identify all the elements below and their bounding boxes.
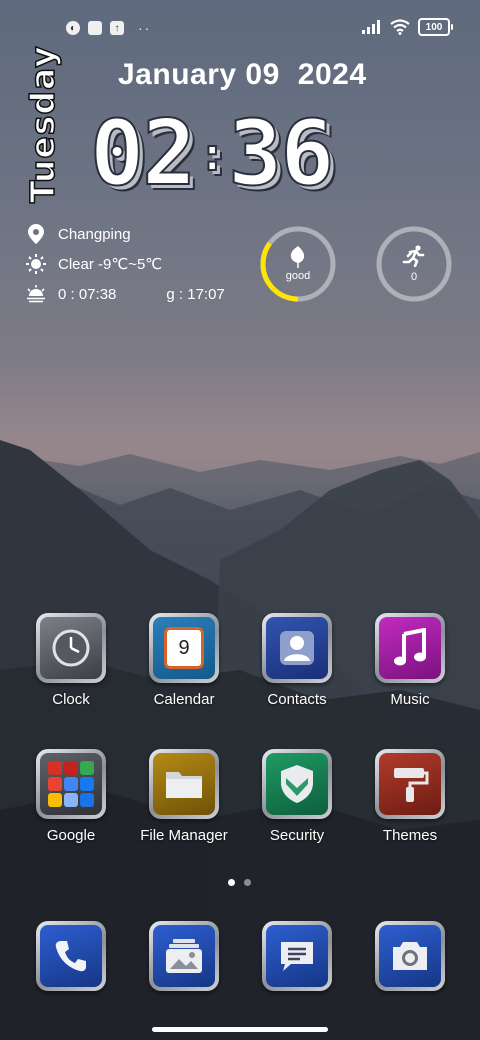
page-dot-active	[228, 879, 235, 886]
calendar-day: 9	[164, 627, 204, 669]
upload-app-icon: ↑	[110, 21, 124, 35]
paint-roller-icon	[379, 753, 441, 815]
app-themes[interactable]: Themes	[355, 749, 465, 844]
dock-gallery[interactable]	[129, 921, 239, 991]
notification-badge-icon: ◐	[66, 21, 80, 35]
date-text: January 09	[118, 58, 280, 91]
signal-icon	[362, 20, 380, 34]
weather-row[interactable]: Clear -9℃~5℃	[26, 254, 162, 274]
facebook-icon	[80, 777, 94, 791]
app-contacts[interactable]: Contacts	[242, 613, 352, 708]
maps-icon	[80, 761, 94, 775]
camera-icon	[379, 925, 441, 987]
messages-icon	[266, 925, 328, 987]
clock-hours: 02	[89, 101, 197, 206]
gallery-icon	[153, 925, 215, 987]
photos-icon	[48, 793, 62, 807]
app-label: Themes	[382, 827, 438, 844]
battery-icon: 100	[418, 18, 453, 36]
date-label[interactable]: January 09 2024	[118, 58, 367, 92]
status-bar: ◐ ↑ ·· 100	[0, 16, 480, 40]
app-label: Music	[390, 691, 430, 708]
sun-times-row[interactable]: 0 : 07:38 g : 17:07	[26, 284, 225, 304]
leaf-icon	[290, 246, 305, 268]
google-folder-icon	[40, 753, 102, 815]
gmail-icon	[48, 761, 62, 775]
app-label: Contacts	[267, 691, 327, 708]
app-clock[interactable]: Clock	[16, 613, 126, 708]
air-quality-ring[interactable]: good	[259, 225, 337, 303]
app-label: Clock	[52, 691, 90, 708]
gallery-small-icon	[64, 793, 78, 807]
location-pin-icon	[26, 224, 46, 244]
dock-camera[interactable]	[355, 921, 465, 991]
sunset-text: g : 17:07	[166, 285, 225, 303]
sunrise-text: 0 : 07:38	[58, 285, 117, 303]
steps-count: 0	[410, 271, 418, 283]
runner-icon	[402, 245, 425, 267]
shield-icon	[266, 753, 328, 815]
weekday-label[interactable]: Tuesday	[22, 44, 63, 203]
location-row[interactable]: Changping	[26, 224, 131, 244]
app-google-folder[interactable]: Google	[16, 749, 126, 844]
folder-icon	[153, 753, 215, 815]
dock-messages[interactable]	[242, 921, 352, 991]
app-security[interactable]: Security	[242, 749, 352, 844]
youtube-icon	[48, 777, 62, 791]
sun-icon	[26, 254, 46, 274]
gmail-alt-icon	[64, 761, 78, 775]
battery-level: 100	[425, 21, 443, 33]
location-text: Changping	[58, 225, 131, 243]
steps-ring[interactable]: 0	[375, 225, 453, 303]
page-dot	[244, 879, 251, 886]
dock-phone[interactable]	[16, 921, 126, 991]
clock-icon	[40, 617, 102, 679]
app-label: Security	[269, 827, 325, 844]
app-label: File Manager	[140, 827, 228, 844]
gesture-home-bar[interactable]	[152, 1027, 328, 1032]
wifi-icon	[390, 19, 410, 35]
calendar-icon: 9	[153, 617, 215, 679]
sunrise-icon	[26, 284, 46, 304]
app-label: Calendar	[153, 691, 215, 708]
more-notifications-icon: ··	[138, 20, 152, 36]
clock-colon: :	[197, 126, 227, 182]
phone-icon	[40, 925, 102, 987]
square-app-icon	[88, 21, 102, 35]
app-label: Google	[46, 827, 96, 844]
year-text: 2024	[297, 58, 367, 91]
page-indicator[interactable]	[228, 879, 251, 886]
chrome-icon	[64, 777, 78, 791]
music-icon	[379, 617, 441, 679]
contacts-icon	[266, 617, 328, 679]
big-clock[interactable]: 02 : 36	[89, 101, 335, 206]
translate-icon	[80, 793, 94, 807]
app-calendar[interactable]: 9 Calendar	[129, 613, 239, 708]
app-music[interactable]: Music	[355, 613, 465, 708]
clock-minutes: 36	[227, 101, 335, 206]
air-quality-label: good	[285, 270, 311, 282]
weather-text: Clear -9℃~5℃	[58, 256, 163, 273]
app-file-manager[interactable]: File Manager	[129, 749, 239, 844]
